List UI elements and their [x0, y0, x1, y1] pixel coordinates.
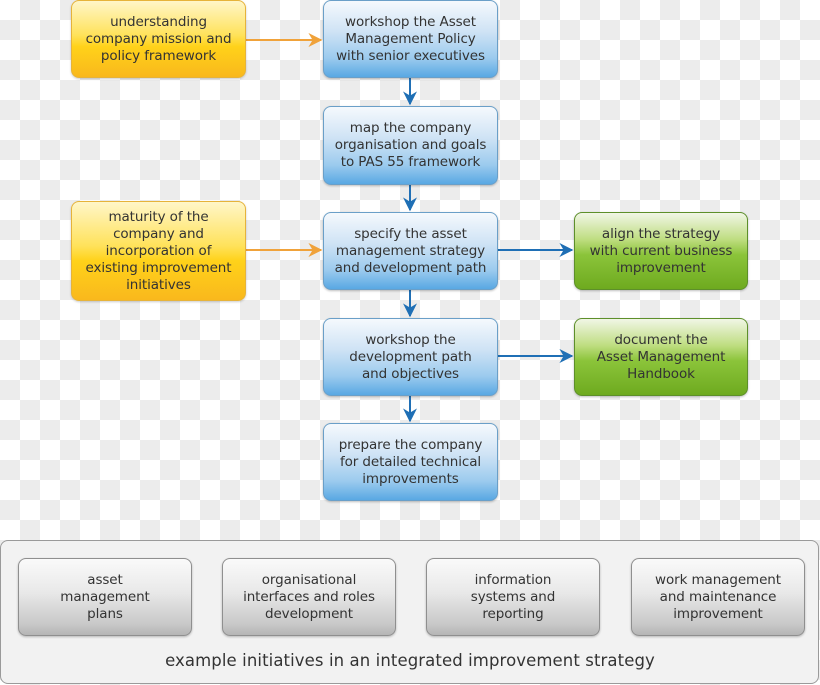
box-text: understanding company mission and policy… [86, 14, 232, 65]
line: organisation and goals [334, 137, 487, 153]
line: work management [655, 571, 781, 588]
output-align-strategy: align the strategy with current business… [574, 212, 748, 290]
line: maturity of the [108, 208, 209, 225]
line: Asset Management [596, 348, 726, 365]
box-text: workshop the development path and object… [349, 331, 472, 383]
line: Handbook [627, 365, 695, 382]
input-understanding-company-mission: understanding company mission and policy… [71, 0, 246, 78]
box-text: organisational interfaces and roles deve… [243, 572, 375, 623]
line: workshop the Asset [345, 13, 476, 30]
line: company and [113, 225, 204, 242]
input-maturity-of-company: maturity of the company and incorporatio… [71, 201, 246, 301]
line: improvement [616, 259, 706, 276]
initiative-work-management: work management and maintenance improvem… [631, 558, 805, 636]
line: document the [614, 331, 708, 348]
line: reporting [482, 605, 544, 622]
initiative-organisational-interfaces: organisational interfaces and roles deve… [222, 558, 396, 636]
box-text: asset management plans [60, 571, 150, 623]
line: interfaces and roles [243, 588, 375, 605]
output-document-handbook: document the Asset Management Handbook [574, 318, 748, 396]
line: improvement [673, 605, 763, 622]
line: organisational [261, 571, 357, 588]
line: with senior executives [336, 47, 485, 64]
step-prepare-company: prepare the company for detailed technic… [323, 423, 498, 501]
line: management strategy [335, 242, 486, 259]
line: Management Policy [345, 30, 476, 47]
line: specify the asset [354, 225, 467, 242]
line: development path [349, 348, 472, 365]
line: understanding [110, 13, 207, 30]
box-text: maturity of the company and incorporatio… [86, 209, 232, 294]
line: and objectives [362, 365, 459, 382]
line: systems and [470, 588, 556, 605]
line: initiatives [126, 276, 191, 293]
line: align the strategy [601, 225, 721, 242]
box-text: map the company organisation and goals t… [335, 120, 487, 171]
step-workshop-policy: workshop the Asset Management Policy wit… [323, 0, 498, 78]
line: plans [87, 605, 123, 622]
box-text: document the Asset Management Handbook [597, 332, 726, 383]
line: policy framework [100, 47, 217, 64]
step-workshop-path: workshop the development path and object… [323, 318, 498, 396]
line: asset [87, 571, 123, 588]
line: workshop the [365, 331, 456, 348]
line: map the company [349, 120, 472, 136]
initiative-information-systems: information systems and reporting [426, 558, 600, 636]
line: prepare the company [338, 436, 483, 453]
box-text: specify the asset management strategy an… [335, 226, 487, 277]
box-text: work management and maintenance improvem… [655, 572, 781, 623]
line: and maintenance [659, 588, 777, 605]
step-specify-strategy: specify the asset management strategy an… [323, 212, 498, 290]
initiative-asset-management-plans: asset management plans [18, 558, 192, 636]
line: with current business [589, 242, 733, 259]
line: company mission and [85, 30, 232, 47]
initiatives-caption: example initiatives in an integrated imp… [165, 651, 655, 670]
box-text: information systems and reporting [470, 571, 556, 623]
line: for detailed technical [339, 453, 482, 470]
line: development [265, 605, 353, 622]
step-map-company: map the company organisation and goals t… [323, 106, 498, 185]
box-text: prepare the company for detailed technic… [339, 437, 483, 488]
box-text: align the strategy with current business… [590, 226, 733, 277]
line: existing improvement [85, 259, 232, 276]
box-text: workshop the Asset Management Policy wit… [336, 14, 485, 65]
line: improvements [362, 470, 459, 487]
line: information [474, 571, 552, 588]
line: incorporation of [105, 242, 212, 259]
line: and development path [334, 259, 487, 276]
line: management [60, 588, 150, 605]
line: to PAS 55 framework [340, 154, 481, 170]
